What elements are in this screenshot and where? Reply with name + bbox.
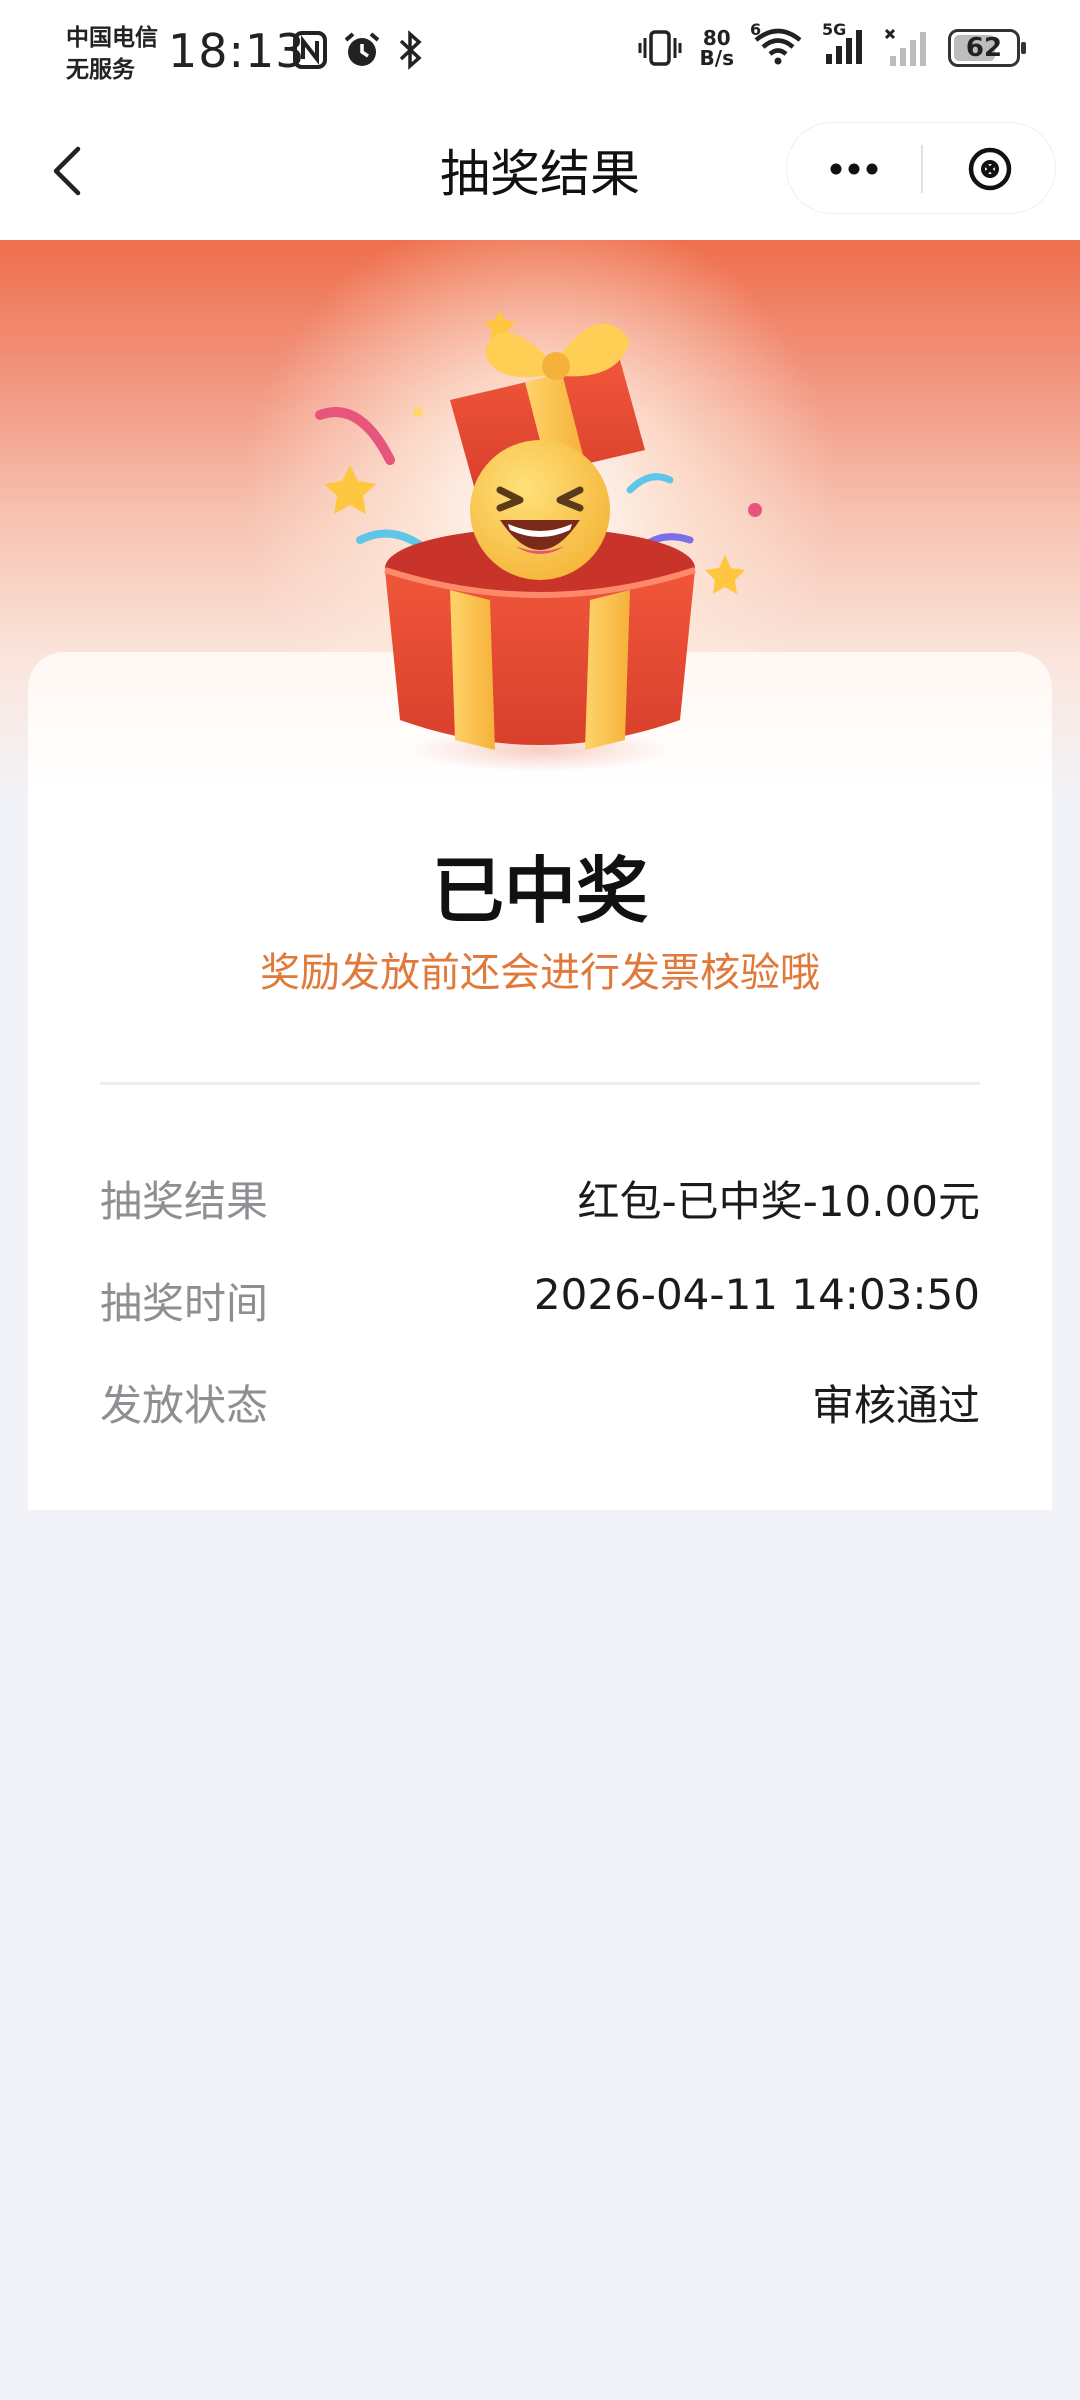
battery-level: 62 [965, 33, 1003, 63]
net-speed-unit: B/s [699, 46, 734, 70]
battery-icon: 62 [948, 29, 1026, 67]
mini-program-capsule [786, 122, 1056, 214]
status-icons-left [292, 30, 426, 70]
bluetooth-icon [399, 30, 422, 70]
detail-label: 抽奖结果 [100, 1177, 269, 1226]
close-circle-icon [968, 147, 1012, 191]
card-scallop-edge [28, 1494, 1052, 1518]
cell-indicator: 5G [822, 20, 866, 70]
result-status-title: 已中奖 [431, 849, 648, 933]
no-signal-icon [884, 28, 926, 66]
carrier-info: 中国电信 无服务 [66, 22, 158, 86]
carrier-service: 无服务 [66, 57, 135, 83]
status-icons-right: 80 B/s 6 5G 62 [638, 20, 1026, 70]
wifi-indicator: 6 [750, 20, 804, 70]
detail-label: 抽奖时间 [100, 1279, 269, 1328]
result-status-subtitle: 奖励发放前还会进行发票核验哦 [260, 950, 820, 996]
close-button[interactable] [923, 123, 1057, 215]
status-bar: 中国电信 无服务 18:13 80 B/s 6 5G 62 [0, 0, 1080, 104]
more-dots-icon [830, 163, 878, 175]
gift-box-smiley-illustration [315, 310, 762, 772]
navigation-bar: 抽奖结果 [0, 104, 1080, 240]
net-speed-value: 80 [702, 26, 731, 50]
divider [100, 1082, 980, 1085]
carrier-name: 中国电信 [66, 25, 158, 51]
alarm-icon [344, 32, 380, 66]
detail-row-result: 抽奖结果 红包-已中奖-10.00元 [100, 1168, 980, 1228]
net-speed: 80 B/s [700, 28, 734, 68]
vibrate-icon [638, 30, 682, 66]
detail-value: 审核通过 [811, 1381, 980, 1430]
nfc-icon [293, 31, 327, 69]
more-button[interactable] [787, 123, 921, 215]
detail-row-time: 抽奖时间 2026-04-11 14:03:50 [100, 1270, 980, 1330]
detail-row-status: 发放状态 审核通过 [100, 1372, 980, 1432]
cell-badge: 5G [822, 20, 847, 39]
wifi-badge: 6 [750, 20, 762, 39]
detail-value: 2026-04-11 14:03:50 [533, 1270, 980, 1319]
detail-label: 发放状态 [100, 1381, 269, 1430]
detail-value: 红包-已中奖-10.00元 [577, 1177, 980, 1226]
status-time: 18:13 [168, 24, 306, 78]
